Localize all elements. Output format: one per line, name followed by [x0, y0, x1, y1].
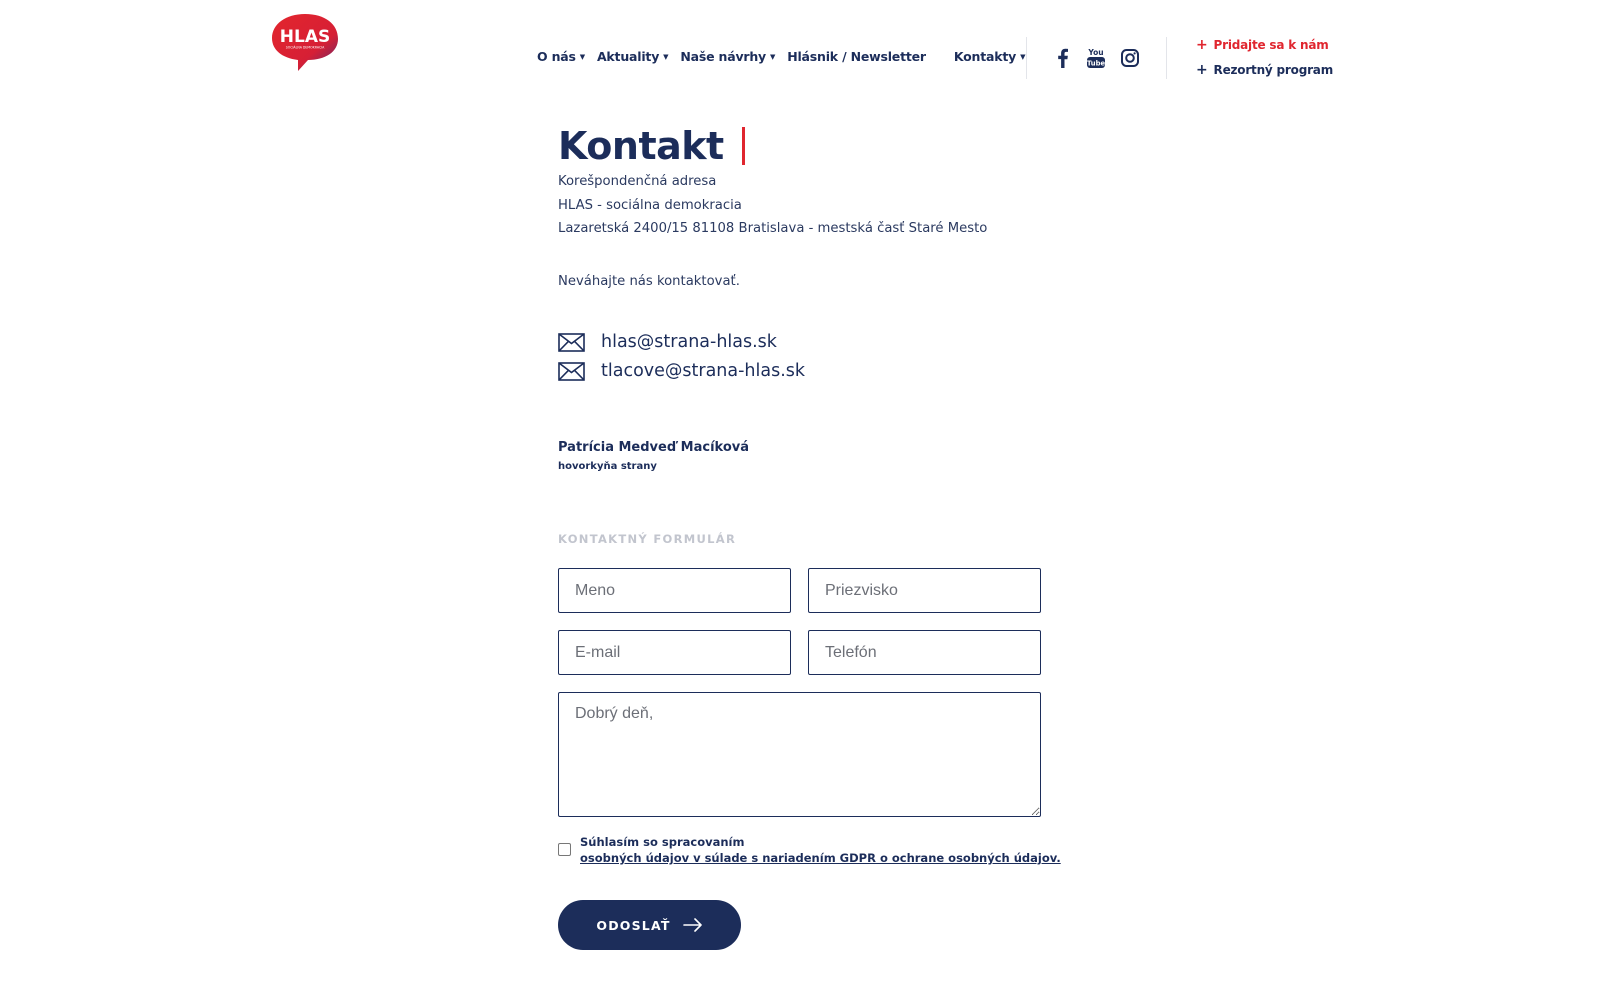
- email-address: hlas@strana-hlas.sk: [601, 332, 777, 352]
- join-us-label: Pridajte sa k nám: [1213, 38, 1329, 52]
- nav-item-label: Naše návrhy: [680, 49, 767, 64]
- nav-item-o-nas[interactable]: O nás ▼: [537, 49, 585, 64]
- address-block: Korešpondenčná adresa HLAS - sociálna de…: [558, 170, 1058, 241]
- svg-text:Tube: Tube: [1087, 60, 1106, 68]
- nav-item-aktuality[interactable]: Aktuality ▼: [596, 49, 669, 64]
- address-org: HLAS - sociálna demokracia: [558, 197, 742, 213]
- submit-button[interactable]: ODOSLAŤ: [558, 900, 741, 950]
- program-link[interactable]: + Rezortný program: [1196, 62, 1333, 78]
- contact-form-label: KONTAKTNÝ FORMULÁR: [558, 532, 737, 546]
- spokesperson-name: Patrícia Medveď Macíková: [558, 440, 750, 455]
- gdpr-consent-checkbox[interactable]: [558, 843, 571, 856]
- email-link-general[interactable]: hlas@strana-hlas.sk: [558, 332, 777, 352]
- nav-item-label: O nás: [537, 49, 576, 64]
- logo-text: HLAS: [280, 27, 330, 47]
- first-name-field[interactable]: [558, 568, 791, 613]
- header-divider: [1026, 37, 1027, 79]
- title-wrap: Kontakt: [558, 122, 1058, 170]
- message-field[interactable]: [558, 692, 1041, 817]
- caret-down-icon: ▼: [770, 53, 776, 61]
- plus-icon: +: [1196, 62, 1208, 78]
- youtube-icon[interactable]: You Tube: [1085, 47, 1107, 69]
- last-name-field[interactable]: [808, 568, 1041, 613]
- gdpr-consent: Súhlasím so spracovaním osobných údajov …: [558, 834, 1061, 866]
- spokesperson-role: hovorkyňa strany: [558, 461, 657, 472]
- consent-label: Súhlasím so spracovaním: [580, 835, 745, 849]
- nav-item-label: Aktuality: [596, 49, 660, 64]
- join-us-link[interactable]: + Pridajte sa k nám: [1196, 37, 1329, 53]
- phone-field[interactable]: [808, 630, 1041, 675]
- envelope-icon: [558, 361, 585, 381]
- caret-down-icon: ▼: [663, 53, 669, 61]
- email-address: tlacove@strana-hlas.sk: [601, 361, 806, 381]
- caret-down-icon: ▼: [1020, 53, 1026, 61]
- main-nav: O nás ▼ Aktuality ▼ Naše návrhy ▼ Hlásni…: [537, 49, 1025, 64]
- hlas-logo[interactable]: HLAS SOCIÁLNA DEMOKRACIA: [270, 12, 340, 72]
- header-divider: [1166, 37, 1167, 79]
- gdpr-policy-link[interactable]: osobných údajov v súlade s nariadením GD…: [580, 850, 1061, 866]
- nav-item-label: Kontakty: [953, 49, 1017, 64]
- contact-content: Kontakt Korešpondenčná adresa HLAS - soc…: [558, 122, 1061, 950]
- submit-label: ODOSLAŤ: [596, 917, 671, 933]
- title-accent-bar: [741, 127, 745, 165]
- instagram-icon[interactable]: [1119, 47, 1141, 69]
- email-link-press[interactable]: tlacove@strana-hlas.sk: [558, 361, 805, 381]
- nav-item-nase-navrhy[interactable]: Naše návrhy ▼: [680, 49, 775, 64]
- address-heading: Korešpondenčná adresa: [558, 174, 717, 189]
- logo-subtext: SOCIÁLNA DEMOKRACIA: [286, 45, 325, 50]
- consent-text: Súhlasím so spracovaním osobných údajov …: [580, 834, 1061, 866]
- contact-prompt: Neváhajte nás kontaktovať.: [558, 274, 740, 289]
- arrow-right-icon: [682, 918, 702, 932]
- plus-icon: +: [1196, 37, 1208, 53]
- address-street: Lazaretská 2400/15 81108 Bratislava - me…: [558, 221, 988, 236]
- svg-text:You: You: [1087, 48, 1103, 57]
- nav-item-kontakty[interactable]: Kontakty ▼: [953, 49, 1026, 64]
- email-field[interactable]: [558, 630, 791, 675]
- page-title: Kontakt: [558, 124, 724, 168]
- nav-item-newsletter[interactable]: Hlásnik / Newsletter: [787, 49, 926, 64]
- envelope-icon: [558, 332, 585, 352]
- program-label: Rezortný program: [1213, 63, 1334, 77]
- facebook-icon[interactable]: [1052, 47, 1074, 69]
- nav-item-label: Hlásnik / Newsletter: [787, 49, 926, 64]
- caret-down-icon: ▼: [579, 53, 585, 61]
